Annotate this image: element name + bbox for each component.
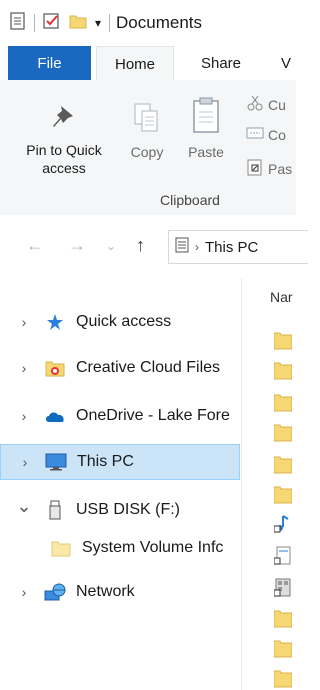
nav-label-creative-cloud: Creative Cloud Files [76, 359, 221, 376]
title-bar: ▾ Documents [0, 0, 296, 46]
expand-chevron-icon[interactable]: › [14, 314, 34, 330]
nav-item-onedrive[interactable]: › OneDrive - Lake Fore [0, 398, 240, 434]
network-icon [44, 582, 66, 602]
ribbon-panel: Pin to Quick access Copy Paste Cu Co Pas … [0, 80, 296, 216]
creative-cloud-folder-icon [44, 358, 66, 378]
clipboard-group-label: Clipboard [160, 192, 220, 208]
cut-button[interactable]: Cu [246, 94, 286, 115]
nav-item-network[interactable]: › Network [0, 574, 240, 610]
column-header-name[interactable]: Nar [270, 289, 293, 305]
tab-file[interactable]: File [8, 46, 91, 80]
expand-chevron-icon[interactable]: › [14, 360, 34, 376]
music-shortcut-icon[interactable] [274, 514, 292, 534]
tab-share[interactable]: Share [186, 46, 256, 80]
nav-label-usb-disk: USB DISK (F:) [76, 501, 181, 518]
folder-icon[interactable] [274, 608, 292, 628]
expand-chevron-icon[interactable]: › [14, 408, 34, 424]
folder-icon[interactable] [274, 668, 292, 688]
tab-view[interactable]: V [281, 46, 301, 80]
folder-icon[interactable] [274, 392, 292, 412]
recent-locations-dropdown-icon[interactable]: ⌄ [106, 239, 116, 253]
nav-label-onedrive: OneDrive - Lake Fore [76, 407, 230, 424]
cut-label: Cu [268, 96, 286, 113]
breadcrumb-separator-icon: › [195, 240, 199, 254]
clipboard-icon [190, 96, 222, 137]
nav-item-creative-cloud[interactable]: › Creative Cloud Files [0, 350, 240, 386]
paste-shortcut-label: Pas [268, 160, 293, 177]
this-pc-small-icon [175, 237, 189, 257]
expand-chevron-icon[interactable]: › [15, 454, 35, 470]
copy-button[interactable]: Copy [124, 102, 170, 161]
window-title: Documents [116, 13, 203, 32]
separator [34, 14, 35, 32]
pin-icon [49, 102, 79, 135]
nav-label-quick-access: Quick access [76, 313, 172, 330]
tab-home[interactable]: Home [96, 46, 174, 81]
folder-icon[interactable] [274, 638, 292, 658]
expand-chevron-icon[interactable]: › [14, 584, 34, 600]
back-arrow-icon[interactable]: ← [26, 235, 44, 256]
paste-button[interactable]: Paste [182, 96, 230, 161]
pane-divider[interactable] [241, 278, 242, 690]
folder-icon [50, 538, 72, 558]
quick-access-toolbar: ▾ [0, 11, 111, 35]
copy-path-button[interactable]: Co [246, 126, 286, 143]
nav-item-usb-disk[interactable]: ⌄ USB DISK (F:) [0, 492, 240, 528]
pin-label-line2: access [42, 160, 86, 176]
folder-icon[interactable] [274, 330, 292, 350]
address-bar-row: ← → ⌄ ↑ › This PC [0, 215, 308, 277]
collapse-chevron-icon[interactable]: ⌄ [14, 496, 34, 517]
nav-item-quick-access[interactable]: › Quick access [0, 304, 240, 340]
pin-to-quick-access-button[interactable]: Pin to Quick access [14, 102, 114, 177]
nav-label-this-pc: This PC [77, 453, 134, 470]
document-shortcut-icon[interactable] [274, 546, 292, 566]
pin-label-line1: Pin to Quick [26, 142, 102, 158]
copy-icon [132, 102, 162, 137]
paste-label: Paste [188, 144, 224, 160]
address-box[interactable]: › This PC [168, 230, 308, 264]
breadcrumb-this-pc[interactable]: This PC [205, 239, 258, 256]
forward-arrow-icon[interactable]: → [68, 235, 86, 256]
folder-icon[interactable] [274, 422, 292, 442]
nav-item-system-volume[interactable]: System Volume Infc [0, 530, 240, 566]
folder-icon[interactable] [274, 484, 292, 504]
nav-item-this-pc[interactable]: › This PC [0, 444, 240, 480]
separator [109, 14, 111, 32]
customize-dropdown-icon[interactable]: ▾ [95, 16, 101, 30]
up-arrow-icon[interactable]: ↑ [136, 235, 145, 256]
folder-icon[interactable] [274, 454, 292, 474]
ribbon-tab-bar: File Home Share V [0, 46, 296, 81]
copy-path-icon [246, 126, 264, 143]
folder-icon[interactable] [274, 360, 292, 380]
checkmark-icon[interactable] [43, 12, 61, 35]
pin-star-icon [44, 312, 66, 332]
onedrive-cloud-icon [44, 406, 66, 426]
usb-drive-icon [44, 500, 66, 520]
copy-path-label: Co [268, 126, 286, 143]
nav-label-network: Network [76, 583, 135, 600]
nav-label-system-volume: System Volume Infc [82, 539, 224, 556]
paste-shortcut-icon [246, 158, 264, 179]
new-folder-icon[interactable] [69, 12, 87, 35]
scissors-icon [246, 94, 264, 115]
properties-icon[interactable] [10, 11, 26, 35]
grid-shortcut-icon[interactable] [274, 578, 292, 598]
copy-label: Copy [130, 144, 164, 160]
monitor-icon [45, 452, 67, 472]
paste-shortcut-button[interactable]: Pas [246, 158, 292, 179]
